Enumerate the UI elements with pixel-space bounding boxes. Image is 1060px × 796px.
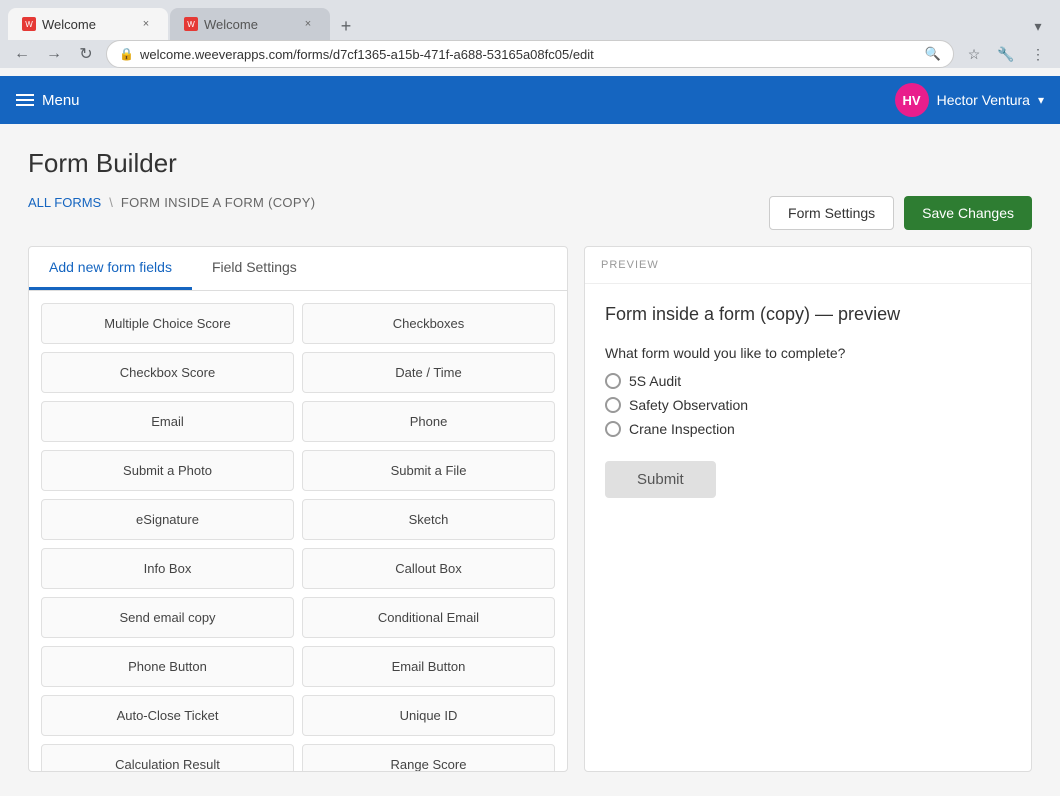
field-checkbox-score[interactable]: Checkbox Score <box>41 352 294 393</box>
radio-item-0: 5S Audit <box>605 373 1011 389</box>
tab-close-1[interactable]: × <box>138 16 154 32</box>
field-submit-a-photo[interactable]: Submit a Photo <box>41 450 294 491</box>
search-icon: 🔍 <box>925 46 941 62</box>
avatar: HV <box>895 83 929 117</box>
preview-submit-button[interactable]: Submit <box>605 461 716 498</box>
radio-circle-2 <box>605 421 621 437</box>
preview-question: What form would you like to complete? <box>605 345 1011 361</box>
field-submit-a-file[interactable]: Submit a File <box>302 450 555 491</box>
breadcrumb: ALL FORMS \ FORM INSIDE A FORM (COPY) <box>28 195 315 210</box>
user-area[interactable]: HV Hector Ventura ▾ <box>895 83 1044 117</box>
tab-add-fields[interactable]: Add new form fields <box>29 247 192 290</box>
field-unique-id[interactable]: Unique ID <box>302 695 555 736</box>
form-settings-button[interactable]: Form Settings <box>769 196 894 230</box>
reload-button[interactable]: ↻ <box>72 40 100 68</box>
field-esignature[interactable]: eSignature <box>41 499 294 540</box>
field-sketch[interactable]: Sketch <box>302 499 555 540</box>
field-checkboxes[interactable]: Checkboxes <box>302 303 555 344</box>
tab-list-button[interactable]: ▾ <box>1024 12 1052 40</box>
preview-form-title: Form inside a form (copy) — preview <box>605 304 1011 325</box>
browser-action-buttons: ☆ 🔧 ⋮ <box>960 40 1052 68</box>
browser-tab-2[interactable]: W Welcome × <box>170 8 330 40</box>
field-range-score[interactable]: Range Score <box>302 744 555 771</box>
action-buttons: Form Settings Save Changes <box>769 196 1032 230</box>
preview-header: PREVIEW <box>585 247 1031 284</box>
forward-button[interactable]: → <box>40 40 68 68</box>
more-button[interactable]: ⋮ <box>1024 40 1052 68</box>
fields-grid: Multiple Choice Score Checkboxes Checkbo… <box>29 291 567 771</box>
top-row: ALL FORMS \ FORM INSIDE A FORM (COPY) Fo… <box>28 195 1032 230</box>
field-auto-close-ticket[interactable]: Auto-Close Ticket <box>41 695 294 736</box>
url-text: welcome.weeverapps.com/forms/d7cf1365-a1… <box>140 47 919 62</box>
preview-content: Form inside a form (copy) — preview What… <box>585 284 1031 518</box>
radio-label-1: Safety Observation <box>629 397 748 413</box>
hamburger-icon <box>16 94 34 106</box>
panel-tabs: Add new form fields Field Settings <box>29 247 567 291</box>
new-tab-button[interactable]: + <box>332 12 360 40</box>
radio-item-2: Crane Inspection <box>605 421 1011 437</box>
back-button[interactable]: ← <box>8 40 36 68</box>
user-name: Hector Ventura <box>937 92 1030 108</box>
field-date-time[interactable]: Date / Time <box>302 352 555 393</box>
radio-label-2: Crane Inspection <box>629 421 735 437</box>
radio-label-0: 5S Audit <box>629 373 681 389</box>
field-phone-button[interactable]: Phone Button <box>41 646 294 687</box>
browser-chrome: W Welcome × W Welcome × + ▾ ← → ↻ 🔒 welc… <box>0 0 1060 68</box>
field-email-button[interactable]: Email Button <box>302 646 555 687</box>
tab-field-settings[interactable]: Field Settings <box>192 247 317 290</box>
radio-circle-0 <box>605 373 621 389</box>
radio-group: 5S Audit Safety Observation Crane Inspec… <box>605 373 1011 437</box>
page-title: Form Builder <box>28 148 1032 179</box>
field-conditional-email[interactable]: Conditional Email <box>302 597 555 638</box>
field-send-email-copy[interactable]: Send email copy <box>41 597 294 638</box>
menu-button[interactable]: Menu <box>16 92 80 109</box>
address-bar[interactable]: 🔒 welcome.weeverapps.com/forms/d7cf1365-… <box>106 40 954 68</box>
radio-circle-1 <box>605 397 621 413</box>
left-panel: Add new form fields Field Settings Multi… <box>28 246 568 772</box>
browser-toolbar: ← → ↻ 🔒 welcome.weeverapps.com/forms/d7c… <box>8 40 1052 68</box>
radio-item-1: Safety Observation <box>605 397 1011 413</box>
browser-tab-1[interactable]: W Welcome × <box>8 8 168 40</box>
app-header: Menu HV Hector Ventura ▾ <box>0 76 1060 124</box>
all-forms-link[interactable]: ALL FORMS <box>28 195 101 210</box>
main-content: Form Builder ALL FORMS \ FORM INSIDE A F… <box>0 124 1060 796</box>
right-panel: PREVIEW Form inside a form (copy) — prev… <box>584 246 1032 772</box>
field-email[interactable]: Email <box>41 401 294 442</box>
lock-icon: 🔒 <box>119 47 134 61</box>
tab-label-1: Welcome <box>42 17 132 32</box>
menu-label: Menu <box>42 92 80 109</box>
nav-buttons: ← → ↻ <box>8 40 100 68</box>
field-calculation-result[interactable]: Calculation Result <box>41 744 294 771</box>
tab-label-2: Welcome <box>204 17 294 32</box>
user-dropdown-icon: ▾ <box>1038 93 1044 107</box>
save-changes-button[interactable]: Save Changes <box>904 196 1032 230</box>
tab-close-2[interactable]: × <box>300 16 316 32</box>
tab-favicon-1: W <box>22 17 36 31</box>
builder-layout: Add new form fields Field Settings Multi… <box>28 246 1032 772</box>
breadcrumb-separator: \ <box>109 195 113 210</box>
extensions-button[interactable]: 🔧 <box>992 40 1020 68</box>
field-multiple-choice-score[interactable]: Multiple Choice Score <box>41 303 294 344</box>
field-phone[interactable]: Phone <box>302 401 555 442</box>
field-info-box[interactable]: Info Box <box>41 548 294 589</box>
field-callout-box[interactable]: Callout Box <box>302 548 555 589</box>
tab-favicon-2: W <box>184 17 198 31</box>
bookmark-button[interactable]: ☆ <box>960 40 988 68</box>
breadcrumb-current: FORM INSIDE A FORM (COPY) <box>121 195 316 210</box>
